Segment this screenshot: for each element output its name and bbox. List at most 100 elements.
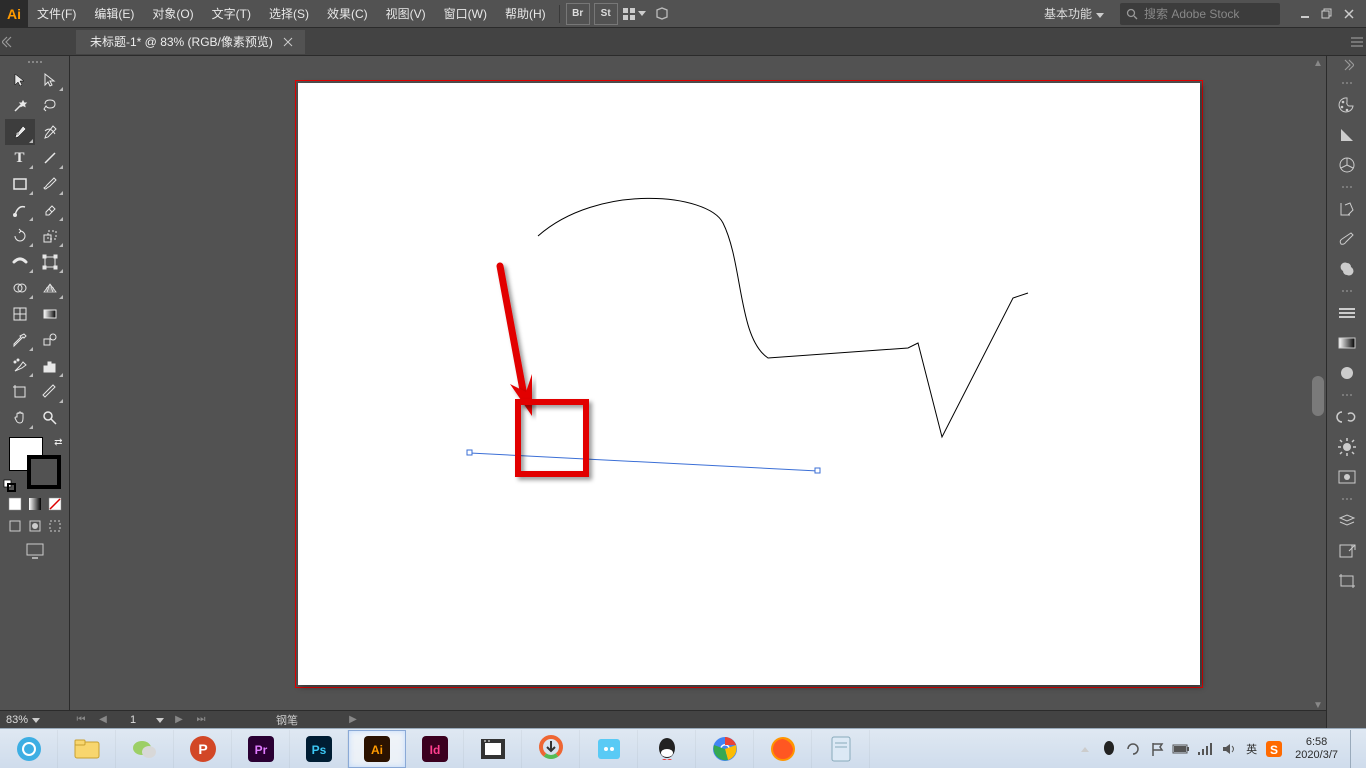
menu-window[interactable]: 窗口(W) (435, 0, 496, 28)
vertical-scrollbar[interactable]: ▲ ▼ (1310, 56, 1326, 712)
eyedropper-tool[interactable] (5, 327, 35, 353)
shape-builder-tool[interactable] (5, 275, 35, 301)
workspace-switcher[interactable]: 基本功能 (1036, 2, 1112, 26)
menu-help[interactable]: 帮助(H) (496, 0, 555, 28)
taskbar-app-notes[interactable] (812, 730, 870, 768)
taskbar-app-explorer[interactable] (58, 730, 116, 768)
toolbox-drag-handle[interactable] (20, 58, 50, 65)
shaper-tool[interactable] (5, 197, 35, 223)
status-flyout-button[interactable]: ▶ (346, 713, 360, 727)
taskbar-app-video[interactable] (464, 730, 522, 768)
taskbar-app-premiere[interactable]: Pr (232, 730, 290, 768)
paintbrush-tool[interactable] (35, 171, 65, 197)
taskbar-app-downloader[interactable] (522, 730, 580, 768)
stroke-swatch[interactable] (27, 455, 61, 489)
blend-tool[interactable] (35, 327, 65, 353)
tray-network-icon[interactable] (1196, 740, 1214, 758)
draw-inside-button[interactable] (45, 517, 65, 535)
taskbar-app-firefox[interactable] (754, 730, 812, 768)
ime-indicator[interactable]: 英 (1244, 741, 1259, 757)
tray-volume-icon[interactable] (1220, 740, 1238, 758)
layers-panel-icon[interactable] (1329, 506, 1365, 536)
draw-normal-button[interactable] (5, 517, 25, 535)
type-tool[interactable]: T (5, 145, 35, 171)
panel-group-handle[interactable] (1332, 288, 1362, 294)
lasso-tool[interactable] (35, 93, 65, 119)
close-icon[interactable] (283, 37, 293, 47)
gradient-mode-button[interactable] (25, 495, 45, 513)
selection-tool[interactable] (5, 67, 35, 93)
gradient-tool[interactable] (35, 301, 65, 327)
first-artboard-button[interactable]: ⏮ (74, 713, 88, 727)
tray-qq-icon[interactable] (1100, 740, 1118, 758)
fill-stroke-swatch[interactable]: ⇄ (5, 437, 65, 493)
prev-artboard-button[interactable]: ◀ (96, 713, 110, 727)
graphic-styles-panel-icon[interactable] (1329, 462, 1365, 492)
transparency-panel-icon[interactable] (1329, 358, 1365, 388)
color-panel-icon[interactable] (1329, 90, 1365, 120)
none-mode-button[interactable] (45, 495, 65, 513)
zoom-dropdown[interactable]: 83% (6, 714, 66, 726)
color-mode-button[interactable] (5, 495, 25, 513)
perspective-grid-tool[interactable] (35, 275, 65, 301)
panel-group-handle[interactable] (1332, 184, 1362, 190)
zoom-tool[interactable] (35, 405, 65, 431)
mesh-tool[interactable] (5, 301, 35, 327)
tray-sogou-icon[interactable]: S (1265, 740, 1283, 758)
draw-behind-button[interactable] (25, 517, 45, 535)
gpu-preview-icon[interactable] (650, 3, 674, 25)
taskbar-app-qq[interactable] (638, 730, 696, 768)
menu-edit[interactable]: 编辑(E) (85, 0, 143, 28)
pen-tool[interactable] (5, 119, 35, 145)
taskbar-app-illustrator[interactable]: Ai (348, 730, 406, 768)
taskbar-app-photoshop[interactable]: Ps (290, 730, 348, 768)
eraser-tool[interactable] (35, 197, 65, 223)
chevron-down-icon[interactable] (156, 714, 164, 726)
curvature-tool[interactable] (35, 119, 65, 145)
swap-fill-stroke-icon[interactable]: ⇄ (54, 437, 62, 448)
anchor-point[interactable] (467, 450, 472, 455)
taskbar-app-generic1[interactable] (580, 730, 638, 768)
artboard[interactable] (298, 83, 1200, 685)
menu-object[interactable]: 对象(O) (143, 0, 202, 28)
symbol-sprayer-tool[interactable] (5, 353, 35, 379)
next-artboard-button[interactable]: ▶ (172, 713, 186, 727)
brushes-panel-icon[interactable] (1329, 224, 1365, 254)
screen-mode-button[interactable] (5, 539, 65, 563)
rectangle-tool[interactable] (5, 171, 35, 197)
scroll-thumb[interactable] (1312, 376, 1324, 416)
show-desktop-button[interactable] (1350, 730, 1360, 768)
menu-view[interactable]: 视图(V) (377, 0, 435, 28)
magic-wand-tool[interactable] (5, 93, 35, 119)
direct-selection-tool[interactable] (35, 67, 65, 93)
tray-overflow-icon[interactable] (1076, 740, 1094, 758)
color-themes-panel-icon[interactable] (1329, 150, 1365, 180)
color-guide-panel-icon[interactable] (1329, 120, 1365, 150)
width-tool[interactable] (5, 249, 35, 275)
gradient-panel-icon[interactable] (1329, 328, 1365, 358)
cc-libraries-panel-icon[interactable] (1329, 402, 1365, 432)
scale-tool[interactable] (35, 223, 65, 249)
taskbar-app-indesign[interactable]: Id (406, 730, 464, 768)
taskbar-app-chrome[interactable] (696, 730, 754, 768)
free-transform-tool[interactable] (35, 249, 65, 275)
last-artboard-button[interactable]: ⏭ (194, 713, 208, 727)
panel-group-handle[interactable] (1332, 496, 1362, 502)
artboards-panel-icon[interactable] (1329, 566, 1365, 596)
column-graph-tool[interactable] (35, 353, 65, 379)
minimize-button[interactable] (1296, 5, 1314, 23)
slice-tool[interactable] (35, 379, 65, 405)
taskbar-app-wechat[interactable] (116, 730, 174, 768)
tray-battery-icon[interactable] (1172, 740, 1190, 758)
menu-type[interactable]: 文字(T) (203, 0, 260, 28)
line-segment-tool[interactable] (35, 145, 65, 171)
menu-select[interactable]: 选择(S) (260, 0, 318, 28)
appearance-panel-icon[interactable] (1329, 432, 1365, 462)
symbols-panel-icon[interactable] (1329, 254, 1365, 284)
tray-sync-icon[interactable] (1124, 740, 1142, 758)
document-tab[interactable]: 未标题-1* @ 83% (RGB/像素预览) (76, 30, 305, 54)
taskbar-app-browser[interactable] (0, 730, 58, 768)
stock-icon[interactable]: St (594, 3, 618, 25)
asset-export-panel-icon[interactable] (1329, 536, 1365, 566)
expand-panels-icon[interactable] (1340, 58, 1354, 72)
